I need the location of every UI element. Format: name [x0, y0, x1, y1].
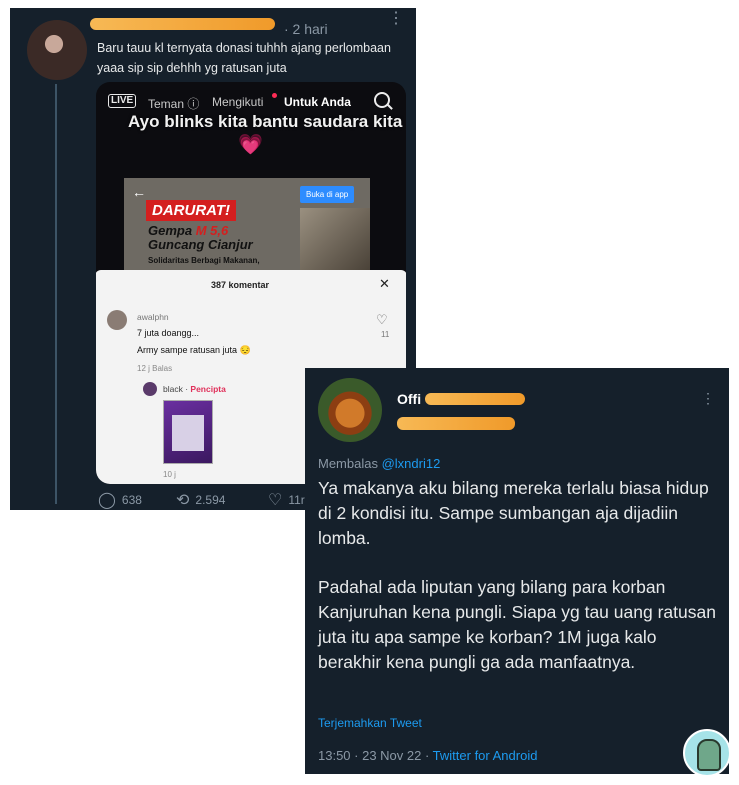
tweet-time[interactable]: · 2 hari	[284, 21, 328, 37]
subheadline: Solidaritas Berbagi Makanan,	[148, 256, 260, 265]
thread-line	[55, 84, 57, 504]
comment-text: 7 juta doangg...	[137, 328, 200, 338]
video-caption: Ayo blinks kita bantu saudara kita	[128, 112, 403, 131]
darurat-label: DARURAT!	[146, 200, 237, 221]
open-in-app-button: Buka di app	[300, 186, 355, 203]
live-icon: LIVE	[108, 94, 137, 108]
commenter-name: awalphn	[137, 312, 169, 322]
retweet-icon: ⟲	[176, 492, 190, 509]
tweet-body: Ya makanya aku bilang mereka terlalu bia…	[318, 476, 718, 699]
heart-outline-icon: ♡	[376, 312, 388, 327]
notification-dot	[272, 93, 277, 98]
tweet-paragraph: Padahal ada liputan yang bilang para kor…	[318, 577, 716, 672]
tab-following: Mengikuti	[212, 95, 264, 109]
creator-badge: Pencipta	[190, 384, 226, 394]
heart-emoji: 💗	[238, 134, 263, 156]
retweet-action[interactable]: ⟲ 2.594	[176, 490, 225, 510]
reply-image	[163, 400, 213, 464]
comments-count: 387 komentar	[210, 280, 270, 290]
tweet-text: Baru tauu kl ternyata donasi tuhhh ajang…	[97, 41, 391, 75]
comment-like-count: 11	[381, 330, 390, 339]
source-link[interactable]: Twitter for Android	[433, 748, 538, 763]
comment-text: Army sampe ratusan juta 😔	[137, 345, 251, 355]
tab-friends: Teman ⓘ	[148, 97, 200, 111]
comment-meta: 12 j Balas	[137, 364, 173, 373]
replying-to: Membalas @lxndri12	[318, 456, 441, 471]
tab-for-you: Untuk Anda	[284, 95, 351, 109]
reply-author: black · Pencipta	[163, 384, 226, 394]
more-vertical-icon[interactable]: ⋮	[701, 390, 715, 407]
watermark-sticker	[683, 729, 731, 777]
reply-handle-link[interactable]: @lxndri12	[382, 456, 441, 471]
search-icon	[374, 92, 390, 108]
close-icon: ✕	[379, 276, 390, 291]
avatar[interactable]	[318, 378, 382, 442]
tweet-meta: 13:50 · 23 Nov 22 · Twitter for Android	[318, 748, 538, 763]
display-name[interactable]: Offi	[397, 391, 421, 407]
tweet-paragraph: Ya makanya aku bilang mereka terlalu bia…	[318, 478, 709, 548]
translate-link[interactable]: Terjemahkan Tweet	[318, 716, 422, 730]
reply-time: 10 j	[163, 470, 176, 479]
redacted-name	[425, 393, 525, 405]
redacted-handle	[397, 417, 515, 430]
sticker-character	[697, 739, 721, 771]
reply-image-content	[172, 415, 204, 451]
redacted-username	[90, 18, 275, 30]
back-arrow-icon: ←	[132, 184, 146, 200]
news-thumbnail: ← Buka di app DARURAT! Gempa M 5,6 Gunca…	[124, 178, 370, 270]
avatar[interactable]	[27, 20, 87, 80]
headline: Gempa M 5,6 Guncang Cianjur	[148, 223, 253, 252]
tweet-card-reply: Offi ⋮ Membalas @lxndri12 Ya makanya aku…	[305, 368, 729, 774]
commenter-avatar	[107, 310, 127, 330]
news-photo	[300, 208, 370, 270]
reply-action[interactable]: ◯ 638	[98, 490, 142, 510]
heart-icon: ♡	[268, 492, 283, 509]
reply-avatar	[143, 382, 157, 396]
more-vertical-icon[interactable]: ⋮	[388, 11, 404, 27]
reply-icon: ◯	[98, 492, 116, 509]
